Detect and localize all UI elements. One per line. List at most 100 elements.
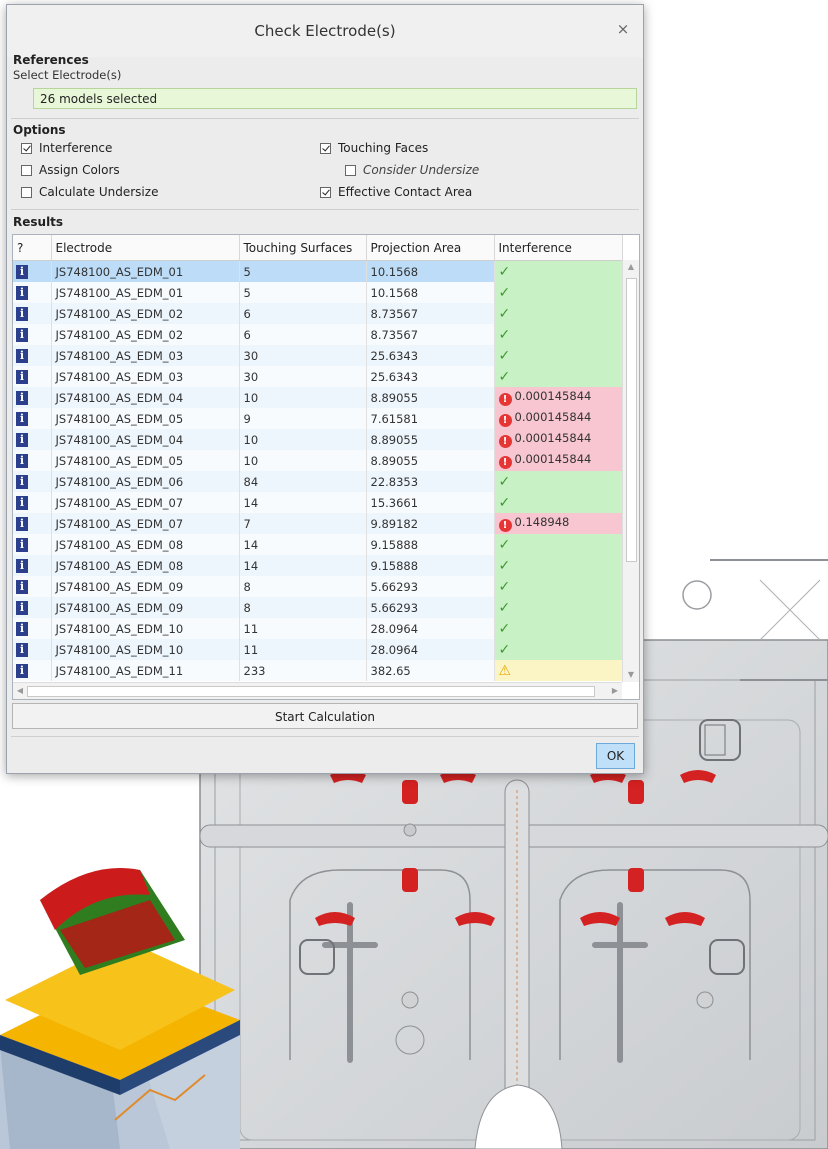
info-icon[interactable]: i	[16, 496, 28, 510]
scroll-right-icon[interactable]: ▶	[608, 683, 622, 699]
touching-surfaces-cell: 10	[239, 450, 367, 471]
info-cell: i	[13, 345, 52, 366]
table-row[interactable]: i JS748100_AS_EDM_03 30 25.6343 ✓	[13, 366, 623, 387]
info-icon[interactable]: i	[16, 454, 28, 468]
scroll-up-icon[interactable]: ▲	[623, 260, 639, 274]
info-cell: i	[13, 576, 52, 597]
info-icon[interactable]: i	[16, 664, 28, 678]
table-row[interactable]: i JS748100_AS_EDM_09 8 5.66293 ✓	[13, 597, 623, 618]
projection-area-cell: 8.73567	[366, 303, 495, 324]
interference-cell: ✓	[494, 366, 623, 387]
interference-checkbox[interactable]: Interference	[21, 141, 112, 155]
results-table[interactable]: ? Electrode Touching Surfaces Projection…	[12, 234, 640, 700]
info-cell: i	[13, 618, 52, 639]
interference-cell: ✓	[494, 471, 623, 492]
touching-surfaces-cell: 8	[239, 597, 367, 618]
assign-colors-checkbox[interactable]: Assign Colors	[21, 163, 120, 177]
scroll-down-icon[interactable]: ▼	[623, 668, 639, 682]
table-row[interactable]: i JS748100_AS_EDM_08 14 9.15888 ✓	[13, 555, 623, 576]
info-icon[interactable]: i	[16, 601, 28, 615]
column-header-interference[interactable]: Interference	[494, 235, 623, 261]
info-icon[interactable]: i	[16, 391, 28, 405]
info-icon[interactable]: i	[16, 433, 28, 447]
touching-surfaces-cell: 14	[239, 534, 367, 555]
info-icon[interactable]: i	[16, 370, 28, 384]
dialog-title: Check Electrode(s)	[254, 22, 396, 40]
table-row[interactable]: i JS748100_AS_EDM_06 84 22.8353 ✓	[13, 471, 623, 492]
table-row[interactable]: i JS748100_AS_EDM_08 14 9.15888 ✓	[13, 534, 623, 555]
table-row[interactable]: i JS748100_AS_EDM_04 10 8.89055! 0.000145844	[13, 387, 623, 408]
column-header-touching-surfaces[interactable]: Touching Surfaces	[239, 235, 367, 261]
table-row[interactable]: i JS748100_AS_EDM_01 5 10.1568 ✓	[13, 260, 623, 282]
column-header-info[interactable]: ?	[13, 235, 52, 261]
interference-cell: ✓	[494, 597, 623, 618]
table-row[interactable]: i JS748100_AS_EDM_02 6 8.73567 ✓	[13, 324, 623, 345]
scroll-thumb[interactable]	[27, 686, 595, 697]
projection-area-cell: 10.1568	[366, 260, 495, 282]
table-row[interactable]: i JS748100_AS_EDM_05 10 8.89055! 0.000145844	[13, 450, 623, 471]
table-row[interactable]: i JS748100_AS_EDM_03 30 25.6343 ✓	[13, 345, 623, 366]
touching-surfaces-cell: 30	[239, 366, 367, 387]
interference-value: 0.000145844	[514, 410, 592, 424]
options-heading: Options	[13, 123, 66, 137]
checkbox-unchecked[interactable]	[21, 186, 32, 198]
checkbox-checked[interactable]	[21, 142, 32, 154]
checkbox-unchecked[interactable]	[21, 164, 32, 176]
info-icon[interactable]: i	[16, 580, 28, 594]
info-cell: i	[13, 260, 52, 282]
info-icon[interactable]: i	[16, 412, 28, 426]
column-header-electrode[interactable]: Electrode	[51, 235, 240, 261]
projection-area-cell: 25.6343	[366, 345, 495, 366]
touching-surfaces-cell: 30	[239, 345, 367, 366]
effective-contact-area-checkbox[interactable]: Effective Contact Area	[320, 185, 472, 199]
interference-cell: ✓	[494, 345, 623, 366]
projection-area-cell: 9.89182	[366, 513, 495, 534]
table-row[interactable]: i JS748100_AS_EDM_11 233 382.65 ⚠	[13, 660, 623, 681]
table-row[interactable]: i JS748100_AS_EDM_10 11 28.0964 ✓	[13, 618, 623, 639]
info-icon[interactable]: i	[16, 328, 28, 342]
table-row[interactable]: i JS748100_AS_EDM_10 11 28.0964 ✓	[13, 639, 623, 660]
vertical-scrollbar[interactable]: ▲ ▼	[622, 260, 639, 682]
checkbox-checked[interactable]	[320, 142, 331, 154]
info-cell: i	[13, 534, 52, 555]
info-icon[interactable]: i	[16, 265, 28, 279]
info-icon[interactable]: i	[16, 307, 28, 321]
interference-cell: ⚠	[494, 660, 623, 681]
touching-surfaces-cell: 11	[239, 639, 367, 660]
ok-button[interactable]: OK	[596, 743, 635, 769]
column-header-projection-area[interactable]: Projection Area	[366, 235, 495, 261]
touching-surfaces-cell: 7	[239, 513, 367, 534]
checkbox-unchecked[interactable]	[345, 164, 356, 176]
touching-faces-checkbox[interactable]: Touching Faces	[320, 141, 428, 155]
touching-surfaces-cell: 14	[239, 555, 367, 576]
info-icon[interactable]: i	[16, 643, 28, 657]
table-row[interactable]: i JS748100_AS_EDM_05 9 7.61581! 0.000145844	[13, 408, 623, 429]
horizontal-scrollbar[interactable]: ◀ ▶	[13, 682, 622, 699]
info-icon[interactable]: i	[16, 475, 28, 489]
table-row[interactable]: i JS748100_AS_EDM_07 7 9.89182! 0.148948	[13, 513, 623, 534]
table-row[interactable]: i JS748100_AS_EDM_04 10 8.89055! 0.000145844	[13, 429, 623, 450]
electrode-selection-collector[interactable]: 26 models selected	[33, 88, 637, 109]
table-row[interactable]: i JS748100_AS_EDM_02 6 8.73567 ✓	[13, 303, 623, 324]
scroll-left-icon[interactable]: ◀	[13, 683, 27, 699]
table-row[interactable]: i JS748100_AS_EDM_01 5 10.1568 ✓	[13, 282, 623, 303]
info-cell: i	[13, 366, 52, 387]
info-icon[interactable]: i	[16, 538, 28, 552]
info-icon[interactable]: i	[16, 517, 28, 531]
info-icon[interactable]: i	[16, 349, 28, 363]
table-row[interactable]: i JS748100_AS_EDM_07 14 15.3661 ✓	[13, 492, 623, 513]
calculate-undersize-checkbox[interactable]: Calculate Undersize	[21, 185, 158, 199]
consider-undersize-checkbox[interactable]: Consider Undersize	[345, 163, 479, 177]
info-cell: i	[13, 282, 52, 303]
info-icon[interactable]: i	[16, 559, 28, 573]
check-icon: ✓	[498, 473, 511, 490]
start-calculation-button[interactable]: Start Calculation	[12, 703, 638, 729]
info-icon[interactable]: i	[16, 622, 28, 636]
interference-value: 0.148948	[514, 515, 570, 529]
info-icon[interactable]: i	[16, 286, 28, 300]
close-icon[interactable]: ×	[613, 19, 633, 39]
table-row[interactable]: i JS748100_AS_EDM_09 8 5.66293 ✓	[13, 576, 623, 597]
info-cell: i	[13, 471, 52, 492]
checkbox-checked[interactable]	[320, 186, 331, 198]
scroll-thumb[interactable]	[626, 278, 637, 562]
